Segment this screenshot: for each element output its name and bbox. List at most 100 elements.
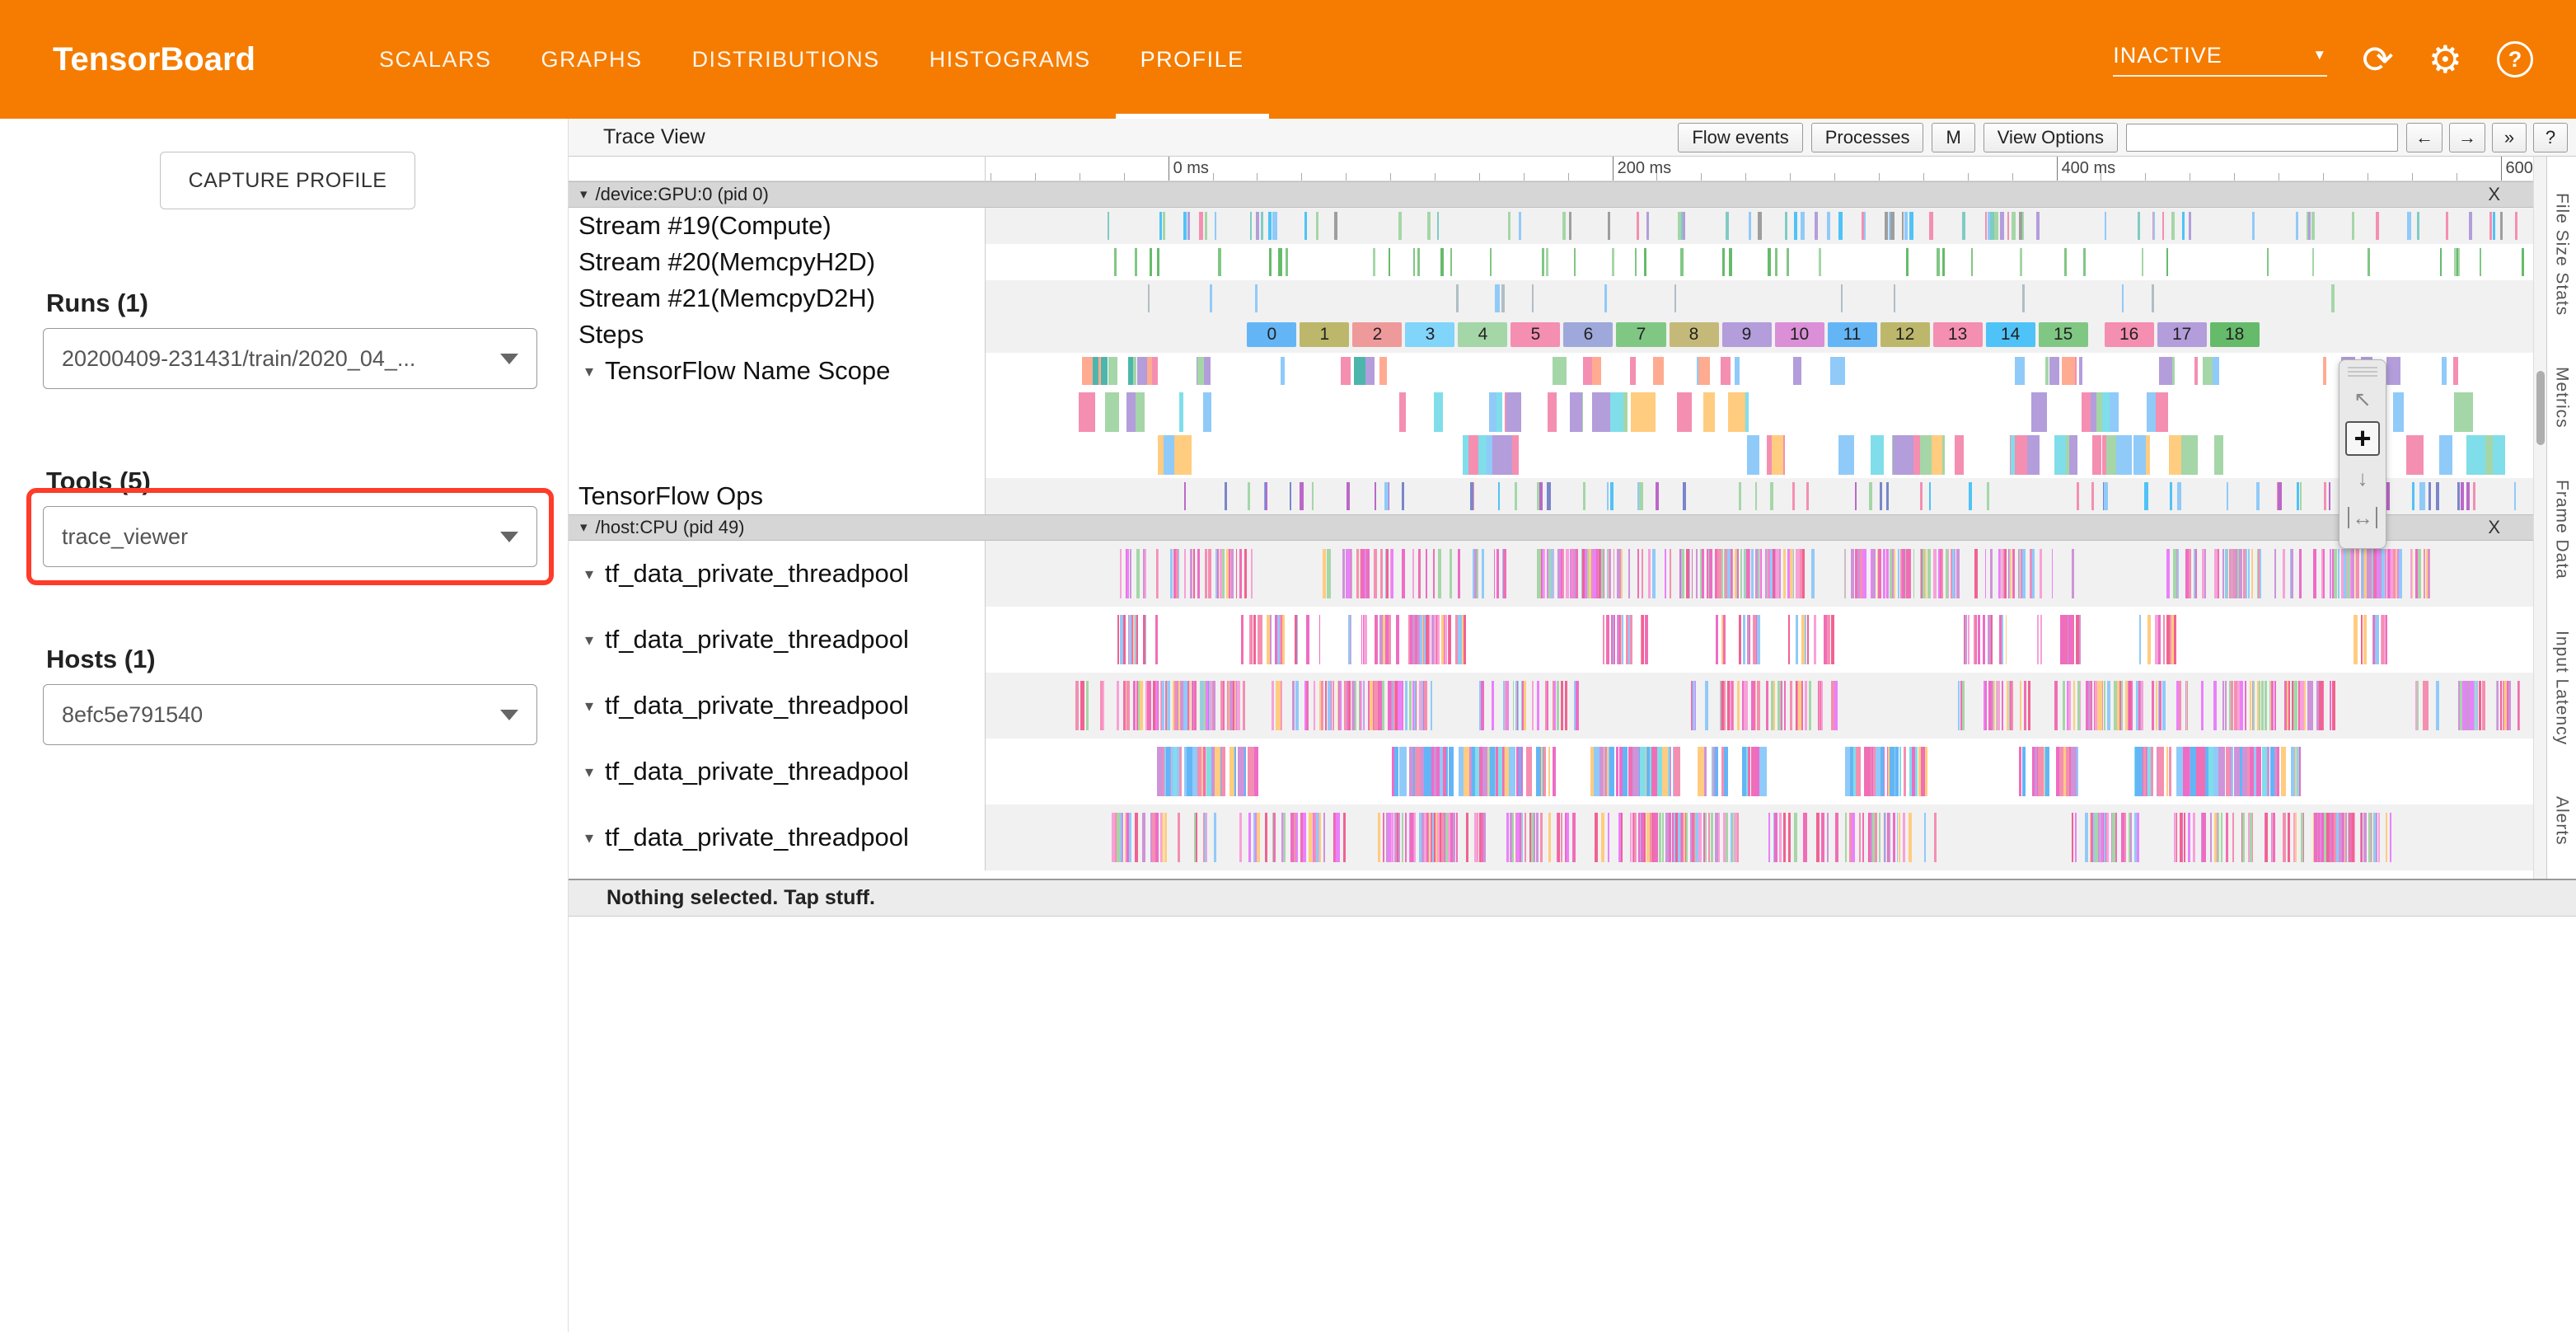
trace-event[interactable] xyxy=(1290,482,1291,509)
trace-event[interactable] xyxy=(1562,212,1566,239)
trace-event[interactable] xyxy=(1105,392,1119,432)
trace-event[interactable] xyxy=(2293,813,2295,863)
trace-event[interactable] xyxy=(1355,681,1356,731)
trace-event[interactable] xyxy=(1513,681,1515,731)
trace-event[interactable] xyxy=(1630,615,1633,665)
trace-event[interactable] xyxy=(2218,747,2224,797)
trace-event[interactable] xyxy=(1117,681,1118,731)
trace-event[interactable] xyxy=(1670,549,1672,599)
trace-event[interactable] xyxy=(2072,549,2074,599)
trace-event[interactable] xyxy=(1774,813,1776,863)
trace-event[interactable] xyxy=(2073,681,2075,731)
trace-event[interactable] xyxy=(1541,747,1543,797)
step-3[interactable]: 3 xyxy=(1405,322,1454,347)
trace-event[interactable] xyxy=(1405,813,1407,863)
trace-event[interactable] xyxy=(1398,681,1400,731)
trace-event[interactable] xyxy=(1108,357,1117,384)
trace-event[interactable] xyxy=(1375,615,1377,665)
trace-event[interactable] xyxy=(1231,549,1234,599)
trace-event[interactable] xyxy=(2386,615,2387,665)
trace-event[interactable] xyxy=(1496,747,1498,797)
trace-event[interactable] xyxy=(1543,549,1546,599)
trace-event[interactable] xyxy=(1618,615,1620,665)
trace-event[interactable] xyxy=(1540,813,1542,863)
trace-event[interactable] xyxy=(1680,248,1684,275)
trace-event[interactable] xyxy=(2153,212,2156,239)
trace-event[interactable] xyxy=(1481,681,1484,731)
trace-event[interactable] xyxy=(1852,813,1854,863)
trace-event[interactable] xyxy=(1721,357,1731,384)
trace-event[interactable] xyxy=(2129,813,2130,863)
trace-event[interactable] xyxy=(1652,549,1656,599)
trace-event[interactable] xyxy=(2183,747,2190,797)
trace-event[interactable] xyxy=(2169,747,2171,797)
trace-event[interactable] xyxy=(2115,813,2117,863)
trace-event[interactable] xyxy=(1845,813,1847,863)
trace-event[interactable] xyxy=(1532,681,1534,731)
trace-event[interactable] xyxy=(1681,813,1683,863)
trace-event[interactable] xyxy=(1130,549,1131,599)
trace-event[interactable] xyxy=(1157,747,1163,797)
trace-event[interactable] xyxy=(2022,284,2025,312)
trace-event[interactable] xyxy=(1669,813,1671,863)
trace-event[interactable] xyxy=(2442,357,2447,384)
trace-event[interactable] xyxy=(2030,549,2031,599)
trace-event[interactable] xyxy=(1391,681,1393,731)
trace-event[interactable] xyxy=(2095,813,2098,863)
trace-event[interactable] xyxy=(1659,813,1661,863)
trace-event[interactable] xyxy=(1705,813,1707,863)
trace-event[interactable] xyxy=(1306,681,1308,731)
trace-event[interactable] xyxy=(1253,813,1255,863)
trace-event[interactable] xyxy=(2361,813,2363,863)
trace-event[interactable] xyxy=(1934,813,1937,863)
trace-event[interactable] xyxy=(1421,681,1423,731)
row-label[interactable]: ▾tf_data_private_threadpool xyxy=(569,607,986,673)
trace-event[interactable] xyxy=(1100,681,1103,731)
zoom-tool-icon[interactable]: + xyxy=(2345,421,2380,456)
step-4[interactable]: 4 xyxy=(1458,322,1507,347)
trace-event[interactable] xyxy=(1927,549,1930,599)
trace-event[interactable] xyxy=(1323,549,1326,599)
trace-event[interactable] xyxy=(1323,813,1325,863)
trace-event[interactable] xyxy=(1827,212,1831,239)
trace-event[interactable] xyxy=(2439,435,2452,475)
trace-event[interactable] xyxy=(1136,549,1140,599)
trace-event[interactable] xyxy=(1650,813,1652,863)
trace-event[interactable] xyxy=(1574,248,1576,275)
trace-event[interactable] xyxy=(1375,681,1378,731)
trace-event[interactable] xyxy=(1273,813,1275,863)
trace-event[interactable] xyxy=(2095,681,2097,731)
trace-event[interactable] xyxy=(2007,212,2009,239)
trace-event[interactable] xyxy=(1399,747,1407,797)
trace-event[interactable] xyxy=(1942,248,1946,275)
trace-event[interactable] xyxy=(1190,549,1192,599)
trace-event[interactable] xyxy=(2428,482,2432,509)
trace-event[interactable] xyxy=(2341,549,2344,599)
trace-event[interactable] xyxy=(2462,681,2466,731)
trace-event[interactable] xyxy=(1123,615,1126,665)
trace-event[interactable] xyxy=(1941,549,1943,599)
trace-event[interactable] xyxy=(1985,549,1987,599)
trace-event[interactable] xyxy=(2063,615,2066,665)
trace-event[interactable] xyxy=(2355,549,2357,599)
trace-event[interactable] xyxy=(1985,212,1987,239)
trace-event[interactable] xyxy=(1120,549,1122,599)
trace-event[interactable] xyxy=(1098,357,1101,384)
trace-event[interactable] xyxy=(2229,549,2232,599)
trace-event[interactable] xyxy=(1758,212,1762,239)
trace-event[interactable] xyxy=(2180,813,2183,863)
trace-event[interactable] xyxy=(2082,392,2090,432)
trace-event[interactable] xyxy=(2270,681,2272,731)
step-9[interactable]: 9 xyxy=(1722,322,1772,347)
trace-event[interactable] xyxy=(1678,813,1679,863)
trace-event[interactable] xyxy=(2466,482,2471,509)
step-7[interactable]: 7 xyxy=(1616,322,1665,347)
trace-event[interactable] xyxy=(2185,549,2188,599)
trace-event[interactable] xyxy=(1248,747,1254,797)
trace-event[interactable] xyxy=(1117,615,1119,665)
trace-event[interactable] xyxy=(2009,549,2011,599)
trace-event[interactable] xyxy=(1721,615,1724,665)
trace-event[interactable] xyxy=(1971,248,1974,275)
trace-event[interactable] xyxy=(2201,813,2203,863)
trace-event[interactable] xyxy=(2288,813,2289,863)
